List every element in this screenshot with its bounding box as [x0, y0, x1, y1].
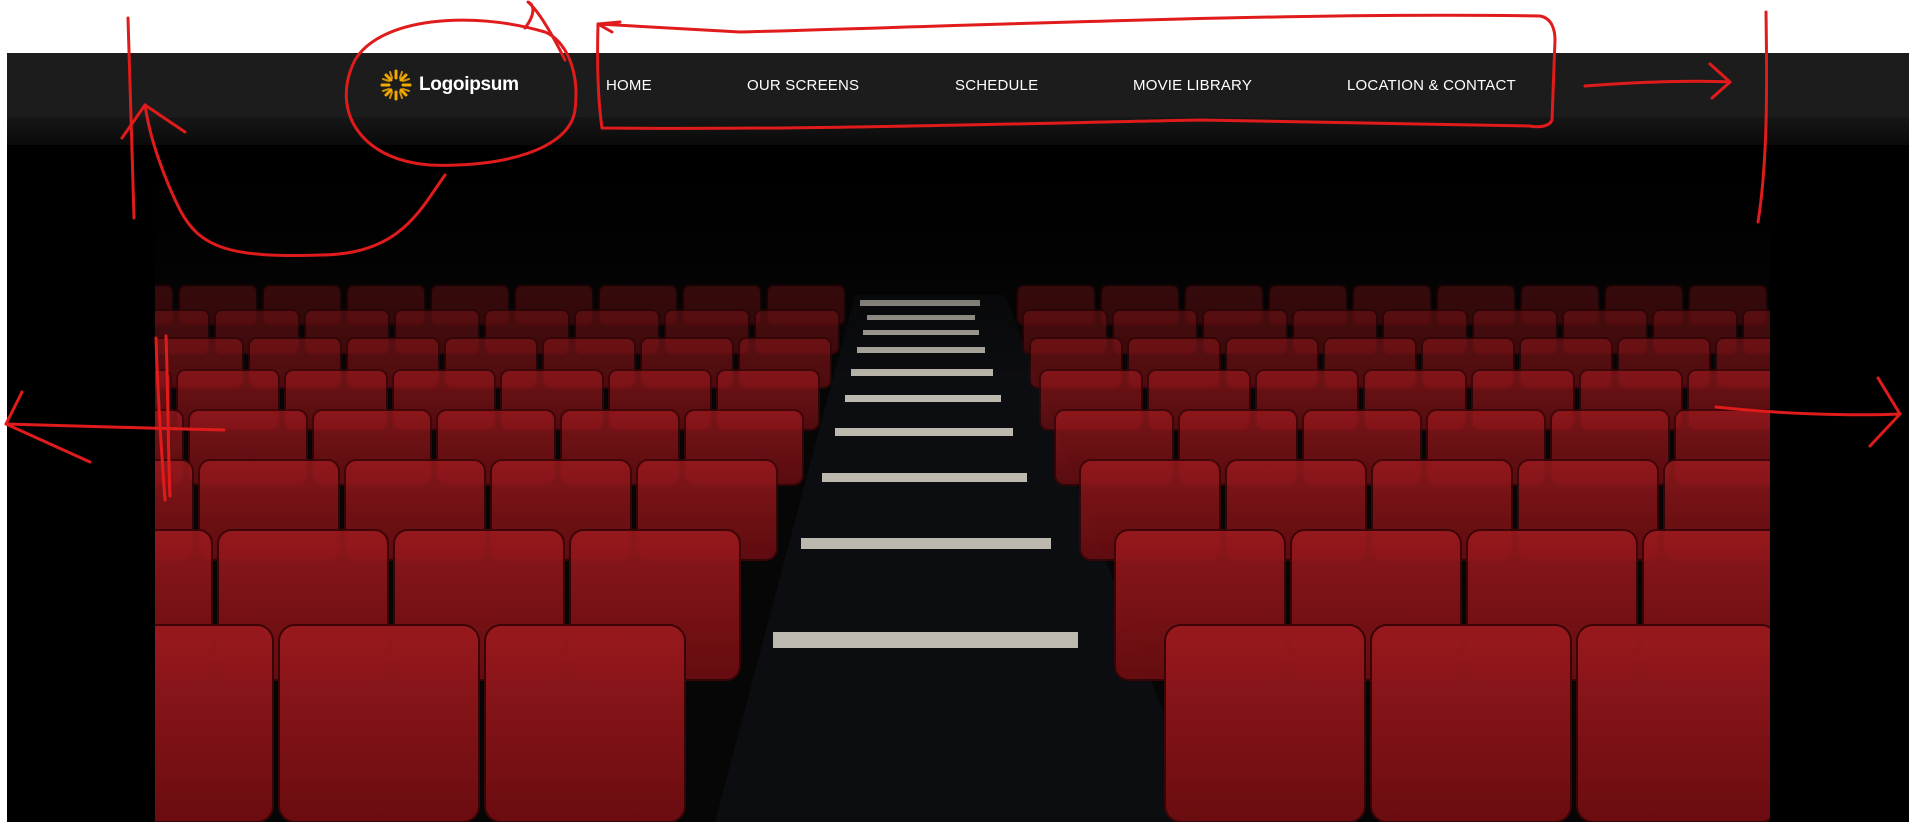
- annotation-arrowhead-box: [596, 20, 622, 34]
- cinema-seats-photo: [155, 145, 1770, 822]
- screenshot: Logoipsum HOME OUR SCREENS SCHEDULE MOVI…: [0, 0, 1909, 822]
- logo-text: Logoipsum: [419, 74, 519, 95]
- nav-item-location-contact[interactable]: LOCATION & CONTACT: [1347, 77, 1516, 94]
- website-page: Logoipsum HOME OUR SCREENS SCHEDULE MOVI…: [7, 53, 1909, 822]
- sunburst-logo-icon: [380, 69, 412, 101]
- top-navigation-bar: Logoipsum HOME OUR SCREENS SCHEDULE MOVI…: [7, 53, 1909, 117]
- site-logo[interactable]: Logoipsum: [379, 67, 519, 103]
- nav-item-home[interactable]: HOME: [606, 77, 652, 94]
- navbar-shadow: [7, 117, 1909, 145]
- nav-item-our-screens[interactable]: OUR SCREENS: [747, 77, 859, 94]
- annotation-flick: [523, 0, 567, 62]
- hero-image: [155, 145, 1770, 822]
- nav-item-schedule[interactable]: SCHEDULE: [955, 77, 1038, 94]
- nav-item-movie-library[interactable]: MOVIE LIBRARY: [1133, 77, 1252, 94]
